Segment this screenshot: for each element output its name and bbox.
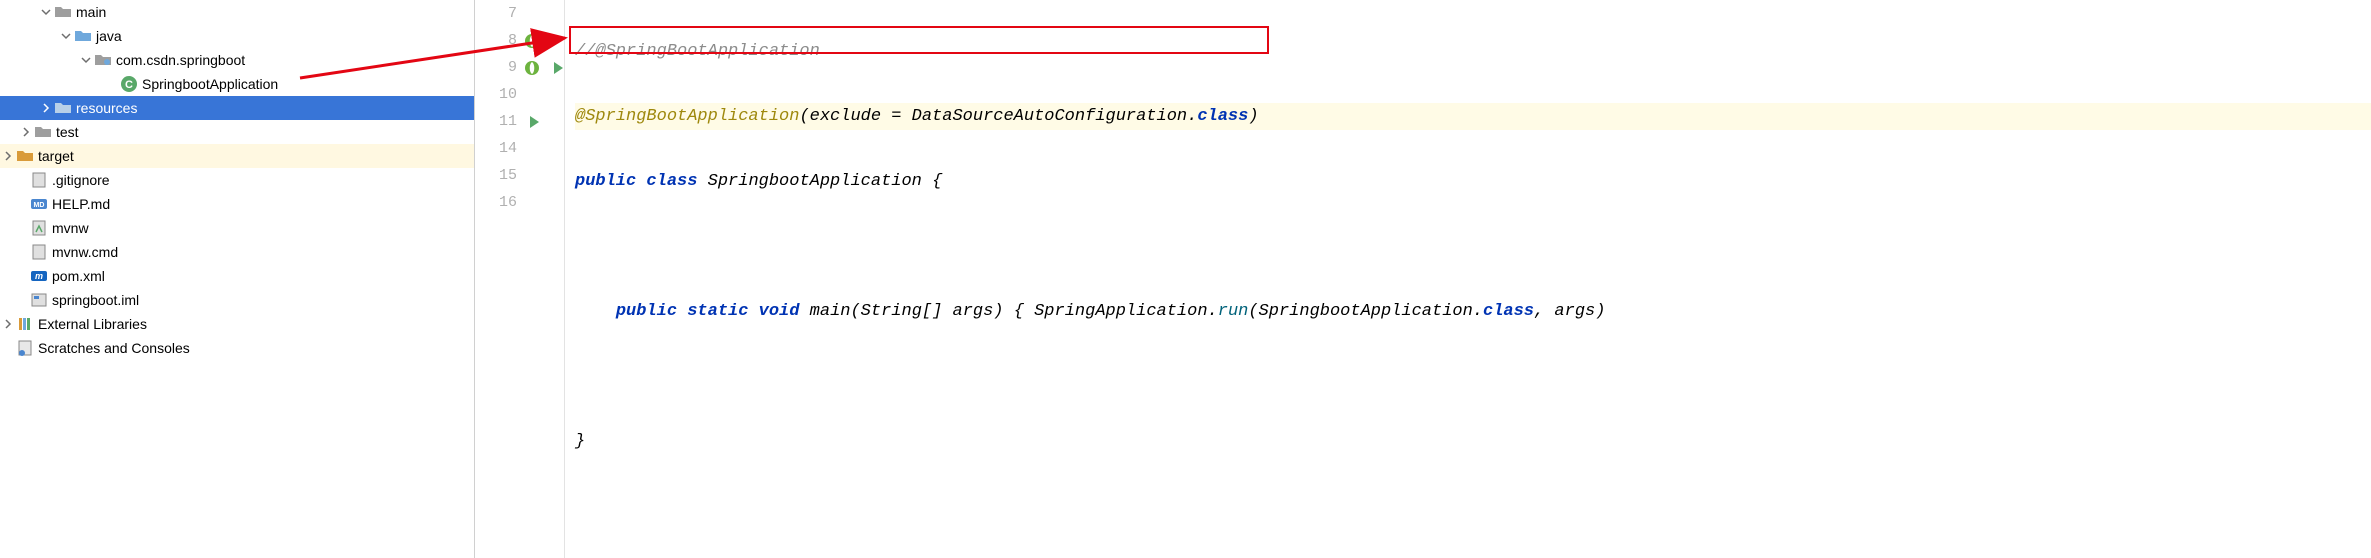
tree-item-pom[interactable]: m pom.xml [0, 264, 474, 288]
tree-label: SpringbootApplication [142, 72, 278, 96]
tree-label: target [38, 144, 74, 168]
code-body[interactable]: //@SpringBootApplication @SpringBootAppl… [565, 0, 2371, 558]
folder-icon [16, 147, 34, 165]
markdown-icon: MD [30, 195, 48, 213]
line-number: 10 [493, 86, 517, 103]
tree-label: com.csdn.springboot [116, 48, 245, 72]
run-gutter-icon[interactable] [523, 113, 541, 131]
chevron-down-icon [58, 28, 74, 44]
file-icon [30, 171, 48, 189]
line-number: 16 [493, 194, 517, 211]
chevron-down-icon [78, 52, 94, 68]
chevron-down-icon [38, 4, 54, 20]
module-icon [30, 291, 48, 309]
tree-label: Scratches and Consoles [38, 336, 190, 360]
gutter: 7 8 9 10 11 14 15 16 [475, 0, 565, 558]
line-number: 11 [493, 113, 517, 130]
code-line: } [575, 428, 2371, 455]
tree-item-scratches[interactable]: Scratches and Consoles [0, 336, 474, 360]
code-line [575, 233, 2371, 260]
spring-bean-icon[interactable] [523, 59, 541, 77]
chevron-right-icon [38, 100, 54, 116]
file-icon [30, 219, 48, 237]
tree-label: springboot.iml [52, 288, 139, 312]
project-tree[interactable]: main java com.csdn.springboot C Spr [0, 0, 475, 558]
tree-item-package[interactable]: com.csdn.springboot [0, 48, 474, 72]
tree-item-gitignore[interactable]: .gitignore [0, 168, 474, 192]
scratch-icon [16, 339, 34, 357]
code-line: public static void main(String[] args) {… [575, 298, 2371, 325]
line-number: 7 [493, 5, 517, 22]
line-number: 14 [493, 140, 517, 157]
tree-item-mvnw[interactable]: mvnw [0, 216, 474, 240]
tree-item-target[interactable]: target [0, 144, 474, 168]
folder-icon [54, 3, 72, 21]
tree-item-external-libs[interactable]: External Libraries [0, 312, 474, 336]
tree-item-mvnwcmd[interactable]: mvnw.cmd [0, 240, 474, 264]
tree-label: mvnw [52, 216, 89, 240]
tree-item-appclass[interactable]: C SpringbootApplication [0, 72, 474, 96]
tree-item-resources[interactable]: resources [0, 96, 474, 120]
tree-label: pom.xml [52, 264, 105, 288]
svg-text:C: C [125, 79, 133, 91]
code-line: public class SpringbootApplication { [575, 168, 2371, 195]
tree-item-iml[interactable]: springboot.iml [0, 288, 474, 312]
file-icon [30, 243, 48, 261]
chevron-right-icon [18, 124, 34, 140]
chevron-right-icon [0, 148, 16, 164]
line-number: 8 [493, 32, 517, 49]
tree-label: main [76, 0, 106, 24]
tree-label: java [96, 24, 122, 48]
svg-text:m: m [35, 271, 43, 281]
folder-icon [54, 99, 72, 117]
folder-icon [74, 27, 92, 45]
code-line: @SpringBootApplication(exclude = DataSou… [575, 103, 2371, 130]
tree-item-test[interactable]: test [0, 120, 474, 144]
tree-label: resources [76, 96, 137, 120]
tree-label: External Libraries [38, 312, 147, 336]
run-gutter-icon[interactable] [547, 59, 565, 77]
tree-item-help[interactable]: MD HELP.md [0, 192, 474, 216]
chevron-right-icon [0, 316, 16, 332]
library-icon [16, 315, 34, 333]
tree-label: HELP.md [52, 192, 110, 216]
tree-label: test [56, 120, 79, 144]
code-editor[interactable]: 7 8 9 10 11 14 15 16 //@SpringBootApplic… [475, 0, 2371, 558]
code-line: //@SpringBootApplication [575, 38, 2371, 65]
line-number: 9 [493, 59, 517, 76]
class-icon: C [120, 75, 138, 93]
code-line [575, 363, 2371, 390]
tree-item-main[interactable]: main [0, 0, 474, 24]
code-line [575, 493, 2371, 520]
spring-bean-icon[interactable] [523, 32, 541, 50]
tree-label: .gitignore [52, 168, 110, 192]
svg-text:MD: MD [34, 202, 45, 209]
tree-item-java[interactable]: java [0, 24, 474, 48]
line-number: 15 [493, 167, 517, 184]
package-icon [94, 51, 112, 69]
tree-label: mvnw.cmd [52, 240, 118, 264]
folder-icon [34, 123, 52, 141]
maven-icon: m [30, 267, 48, 285]
